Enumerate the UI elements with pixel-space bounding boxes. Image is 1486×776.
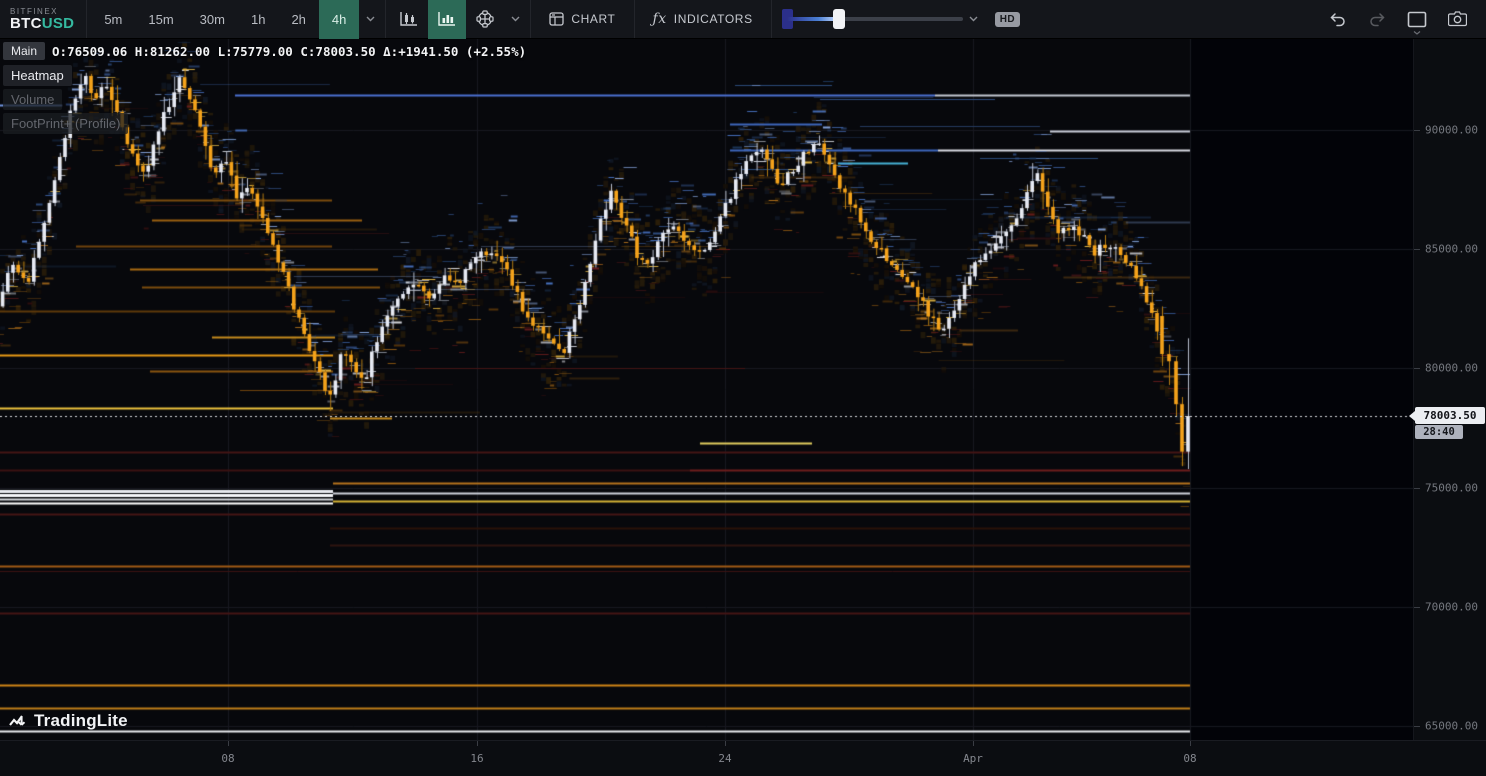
time-tick xyxy=(973,741,974,746)
timeframe-2h[interactable]: 2h xyxy=(278,0,318,39)
fx-icon: ƒx xyxy=(653,11,667,27)
price-tick-label: 65000.00 xyxy=(1425,720,1478,733)
time-tick-label: 08 xyxy=(221,752,234,765)
time-tick xyxy=(1190,741,1191,746)
price-tick-label: 70000.00 xyxy=(1425,600,1478,613)
candle-chart-icon[interactable] xyxy=(390,0,428,39)
redo-icon[interactable] xyxy=(1360,0,1394,39)
indicators-button[interactable]: ƒx INDICATORS xyxy=(639,0,767,39)
time-tick xyxy=(228,741,229,746)
timeframe-dropdown-chevron-icon[interactable] xyxy=(359,0,381,39)
hd-quality-badge[interactable]: HD xyxy=(995,12,1020,27)
price-tick xyxy=(1414,368,1420,369)
price-tick xyxy=(1414,726,1420,727)
screenshot-camera-icon[interactable] xyxy=(1440,0,1474,39)
price-tick xyxy=(1414,249,1420,250)
price-tick-label: 85000.00 xyxy=(1425,243,1478,256)
layer-toggle-heatmap[interactable]: Heatmap xyxy=(3,65,72,86)
symbol-label: BTCUSD xyxy=(10,16,74,32)
price-tick-label: 90000.00 xyxy=(1425,124,1478,137)
last-price-value: 78003.50 xyxy=(1424,409,1477,422)
slider-fill xyxy=(787,17,839,21)
undo-icon[interactable] xyxy=(1320,0,1354,39)
tradinglite-app: BITFINEX BTCUSD 5m 15m 30m 1h 2h 4h xyxy=(0,0,1486,776)
candle-countdown-badge: 28:40 xyxy=(1415,425,1463,439)
layer-toggle-list: Heatmap Volume FootPrint+ (Profile) xyxy=(3,65,128,134)
time-tick-label: 08 xyxy=(1183,752,1196,765)
timeframe-group: 5m 15m 30m 1h 2h 4h xyxy=(87,0,386,38)
price-tick xyxy=(1414,607,1420,608)
watermark-name: TradingLite xyxy=(34,711,128,731)
tradinglite-watermark: TradingLite xyxy=(8,711,128,731)
last-price-badge: 78003.50 xyxy=(1415,407,1485,424)
indicators-label: INDICATORS xyxy=(674,12,753,26)
heatmap-intensity-group: HD xyxy=(772,0,1040,38)
chart-menu-button[interactable]: CHART xyxy=(535,0,629,39)
symbol-base: BTC xyxy=(10,15,42,32)
price-tick xyxy=(1414,488,1420,489)
ohlc-values: O:76509.06 H:81262.00 L:75779.00 C:78003… xyxy=(52,44,526,59)
chart-menu-label: CHART xyxy=(571,12,615,26)
candle-countdown-value: 28:40 xyxy=(1423,426,1455,438)
chart-style-group xyxy=(386,0,531,38)
layer-toggle-footprint[interactable]: FootPrint+ (Profile) xyxy=(3,113,128,134)
heatmap-layer-icon[interactable] xyxy=(428,0,466,39)
symbol-quote: USD xyxy=(42,15,75,32)
slider-dropdown-chevron-icon[interactable] xyxy=(963,0,985,39)
heatmap-intensity-slider[interactable] xyxy=(787,17,963,21)
layout-chevron-icon xyxy=(1413,22,1421,40)
toolbar-spacer xyxy=(1040,0,1320,38)
price-tick-label: 80000.00 xyxy=(1425,362,1478,375)
timeframe-15m[interactable]: 15m xyxy=(135,0,186,39)
layout-window-icon[interactable] xyxy=(1400,0,1434,39)
time-tick-label: 24 xyxy=(718,752,731,765)
time-tick-label: 16 xyxy=(470,752,483,765)
slider-handle[interactable] xyxy=(833,9,845,29)
chart-canvas[interactable] xyxy=(0,39,1413,740)
pane-source-chip[interactable]: Main xyxy=(3,42,45,60)
indicators-section: ƒx INDICATORS xyxy=(635,0,772,38)
tradinglite-logo-icon xyxy=(8,712,28,730)
price-tick xyxy=(1414,130,1420,131)
top-toolbar: BITFINEX BTCUSD 5m 15m 30m 1h 2h 4h xyxy=(0,0,1486,39)
toolbar-right-icons xyxy=(1320,0,1486,38)
ohlc-info-bar: Main O:76509.06 H:81262.00 L:75779.00 C:… xyxy=(3,42,526,60)
chart-grid-icon xyxy=(549,12,564,26)
time-tick xyxy=(725,741,726,746)
price-tick-label: 75000.00 xyxy=(1425,481,1478,494)
layer-toggle-volume[interactable]: Volume xyxy=(3,89,62,110)
time-tick-label: Apr xyxy=(963,752,983,765)
timeframe-5m[interactable]: 5m xyxy=(91,0,135,39)
timeframe-30m[interactable]: 30m xyxy=(187,0,238,39)
price-axis[interactable]: 78003.50 28:40 90000.00 85000.00 80000.00 7… xyxy=(1413,39,1486,740)
chart-menu-section: CHART xyxy=(531,0,634,38)
timeframe-4h[interactable]: 4h xyxy=(319,0,359,39)
timeframe-1h[interactable]: 1h xyxy=(238,0,278,39)
time-tick xyxy=(477,741,478,746)
time-axis[interactable]: 08 16 24 Apr 08 xyxy=(0,740,1486,776)
symbol-selector[interactable]: BITFINEX BTCUSD xyxy=(0,0,87,38)
layer-dropdown-chevron-icon[interactable] xyxy=(504,0,526,39)
chart-area: Main O:76509.06 H:81262.00 L:75779.00 C:… xyxy=(0,39,1486,740)
web-layers-icon[interactable] xyxy=(466,0,504,39)
